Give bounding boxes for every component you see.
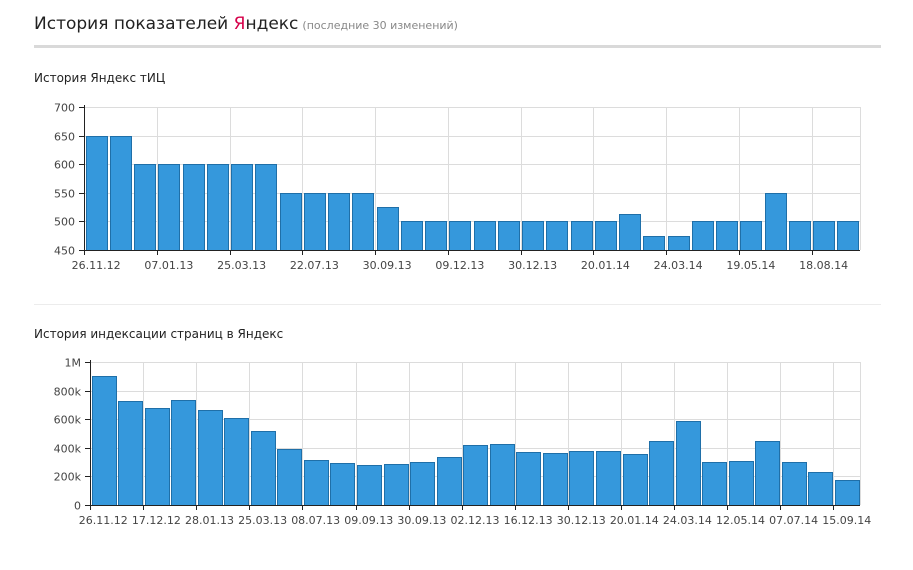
pages-bar[interactable] bbox=[277, 449, 302, 506]
pages-bar[interactable] bbox=[596, 451, 621, 506]
pages-bar[interactable] bbox=[835, 480, 860, 506]
pages-xtick-label: 17.12.12 bbox=[132, 514, 181, 527]
pages-xtick-label: 02.12.13 bbox=[451, 514, 500, 527]
pages-xtick-label: 26.11.12 bbox=[79, 514, 128, 527]
pages-bar[interactable] bbox=[304, 460, 329, 506]
pages-ytick-label: 0 bbox=[74, 500, 81, 513]
pages-bar[interactable] bbox=[702, 462, 727, 506]
pages-bar[interactable] bbox=[384, 464, 409, 506]
pages-xtick-label: 28.01.13 bbox=[185, 514, 234, 527]
pages-bar[interactable] bbox=[410, 462, 435, 506]
pages-bar[interactable] bbox=[755, 441, 780, 506]
pages-bar[interactable] bbox=[543, 453, 568, 506]
pages-xtick-label: 30.12.13 bbox=[557, 514, 606, 527]
pages-bar[interactable] bbox=[569, 451, 594, 506]
pages-bar[interactable] bbox=[118, 401, 143, 506]
pages-bar[interactable] bbox=[92, 376, 117, 506]
pages-xtick-label: 30.09.13 bbox=[397, 514, 446, 527]
pages-xtick-label: 20.01.14 bbox=[610, 514, 659, 527]
pages-bar[interactable] bbox=[676, 421, 701, 506]
pages-bar[interactable] bbox=[808, 472, 833, 506]
pages-bar[interactable] bbox=[463, 445, 488, 506]
pages-xtick-label: 24.03.14 bbox=[663, 514, 712, 527]
indexed-pages-bar-chart: 0 200k 400k 600k 800k 1M 26.11.12 17.12.12 28.01… bbox=[54, 357, 872, 528]
pages-bar[interactable] bbox=[649, 441, 674, 506]
pages-ytick-label: 400k bbox=[54, 443, 82, 456]
pages-bar[interactable] bbox=[437, 457, 462, 506]
pages-ytick-label: 800k bbox=[54, 386, 82, 399]
pages-xtick-label: 16.12.13 bbox=[504, 514, 553, 527]
pages-bar[interactable] bbox=[490, 444, 515, 506]
pages-bar[interactable] bbox=[330, 463, 355, 506]
pages-bar[interactable] bbox=[516, 452, 541, 506]
pages-bar[interactable] bbox=[198, 410, 223, 506]
pages-bar[interactable] bbox=[782, 462, 807, 506]
pages-bar[interactable] bbox=[357, 465, 382, 506]
pages-xtick-label: 15.09.14 bbox=[822, 514, 871, 527]
pages-bar[interactable] bbox=[623, 454, 648, 506]
pages-ytick-label: 200k bbox=[54, 471, 82, 484]
pages-xtick-label: 08.07.13 bbox=[291, 514, 340, 527]
pages-xtick-label: 07.07.14 bbox=[769, 514, 818, 527]
pages-bar[interactable] bbox=[145, 408, 170, 506]
pages-bar[interactable] bbox=[224, 418, 249, 506]
pages-bar[interactable] bbox=[171, 400, 196, 506]
pages-xtick-label: 12.05.14 bbox=[716, 514, 765, 527]
pages-bar[interactable] bbox=[251, 431, 276, 506]
pages-bar[interactable] bbox=[729, 461, 754, 506]
pages-ytick-label: 600k bbox=[54, 414, 82, 427]
pages-xtick-label: 09.09.13 bbox=[344, 514, 393, 527]
pages-xtick-label: 25.03.13 bbox=[238, 514, 287, 527]
pages-ytick-label: 1M bbox=[65, 357, 82, 370]
